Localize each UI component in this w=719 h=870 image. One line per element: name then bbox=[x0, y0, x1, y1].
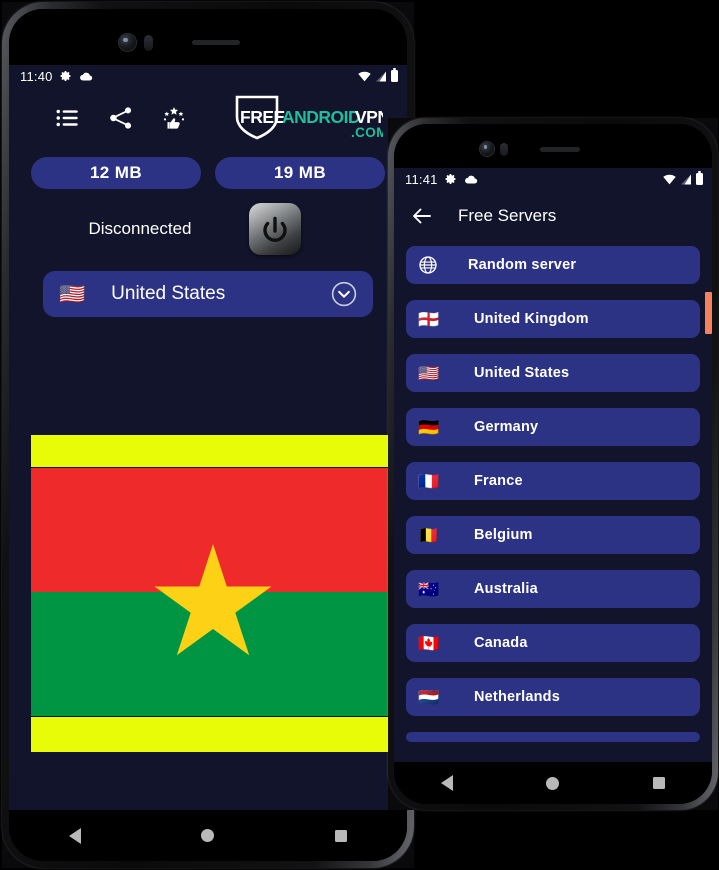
proximity-sensor-icon bbox=[500, 143, 508, 156]
page-title: Free Servers bbox=[458, 206, 557, 225]
flag-icon: 🇨🇦 bbox=[418, 633, 440, 653]
battery-icon bbox=[696, 171, 703, 185]
flag-icon: 🏴󠁧󠁢󠁥󠁮󠁧󠁿 bbox=[418, 309, 440, 329]
status-bar-clock: 11:40 bbox=[20, 68, 53, 84]
phone-screen-area: 11:40 FREE ANDROID VP .COM 12 MB 19 MB D… bbox=[9, 9, 407, 861]
cloud-icon bbox=[464, 175, 477, 184]
flag-icon: 🇺🇸 bbox=[418, 363, 440, 383]
list-item-france[interactable]: 🇫🇷 France bbox=[406, 462, 700, 500]
burkina-faso-flag-image bbox=[31, 468, 395, 716]
android-status-bar: 11:40 bbox=[9, 65, 407, 87]
phone-device-primary: 11:40 FREE ANDROID VP .COM 12 MB 19 MB D… bbox=[2, 2, 414, 868]
svg-text:.COM: .COM bbox=[351, 125, 383, 140]
cloud-icon bbox=[79, 72, 92, 81]
app-screen-server-list: 11:41 bbox=[394, 168, 712, 762]
flag-icon: 🇫🇷 bbox=[418, 471, 440, 491]
server-name: United Kingdom bbox=[474, 311, 589, 327]
earpiece-speaker bbox=[192, 40, 240, 45]
toolbar-icon-group bbox=[55, 105, 187, 131]
server-name: Random server bbox=[468, 257, 577, 273]
svg-text:VPN: VPN bbox=[355, 107, 383, 127]
app-toolbar: FREE ANDROID VPN .COM bbox=[9, 87, 407, 149]
connection-row: Disconnected bbox=[9, 203, 407, 255]
chevron-down-icon[interactable] bbox=[331, 281, 357, 307]
phone-top-bezel bbox=[9, 9, 407, 65]
app-screen-home: 11:40 FREE ANDROID VP .COM 12 MB 19 MB D… bbox=[9, 65, 407, 810]
globe-icon bbox=[419, 256, 437, 274]
list-item-australia[interactable]: 🇦🇺 Australia bbox=[406, 570, 700, 608]
nav-recents-button[interactable] bbox=[653, 777, 666, 789]
back-arrow-icon[interactable] bbox=[410, 204, 434, 228]
status-bar-left: 11:41 bbox=[405, 172, 478, 187]
scrollbar-thumb[interactable] bbox=[705, 292, 712, 334]
svg-text:ANDROID: ANDROID bbox=[282, 107, 360, 127]
rate-us-icon[interactable] bbox=[161, 105, 187, 131]
server-name: Belgium bbox=[474, 527, 533, 543]
list-item-belgium[interactable]: 🇧🇪 Belgium bbox=[406, 516, 700, 554]
download-usage-pill[interactable]: 12 MB bbox=[31, 157, 201, 189]
connection-status-label: Disconnected bbox=[88, 219, 192, 238]
android-status-bar: 11:41 bbox=[394, 168, 712, 190]
list-item-netherlands[interactable]: 🇳🇱 Netherlands bbox=[406, 678, 700, 716]
list-item-germany[interactable]: 🇩🇪 Germany bbox=[406, 408, 700, 446]
signal-icon bbox=[376, 71, 386, 81]
status-bar-right bbox=[663, 171, 703, 185]
ad-banner-bottom[interactable] bbox=[31, 717, 395, 752]
front-camera-icon bbox=[119, 34, 136, 51]
ad-banner-top[interactable] bbox=[31, 435, 395, 467]
list-item-partial[interactable] bbox=[406, 732, 700, 742]
share-icon[interactable] bbox=[108, 105, 134, 131]
status-bar-left: 11:40 bbox=[20, 69, 93, 84]
android-navigation-bar bbox=[394, 762, 712, 804]
earpiece-speaker bbox=[540, 147, 580, 152]
svg-text:FREE: FREE bbox=[240, 107, 285, 127]
server-name: Germany bbox=[474, 419, 539, 435]
status-bar-clock: 11:41 bbox=[405, 171, 438, 187]
flag-icon: 🇳🇱 bbox=[418, 687, 440, 707]
upload-usage-pill[interactable]: 19 MB bbox=[215, 157, 385, 189]
signal-icon bbox=[681, 174, 691, 184]
wifi-icon bbox=[358, 71, 371, 81]
server-name: United States bbox=[474, 365, 570, 381]
proximity-sensor-icon bbox=[144, 35, 153, 51]
server-name: Australia bbox=[474, 581, 538, 597]
list-item-random-server[interactable]: Random server bbox=[406, 246, 700, 284]
app-logo: FREE ANDROID VPN .COM bbox=[233, 94, 383, 142]
nav-back-button[interactable] bbox=[440, 775, 453, 791]
gear-icon bbox=[60, 71, 71, 81]
nav-back-button[interactable] bbox=[69, 827, 82, 844]
phone-device-secondary: 11:41 bbox=[388, 118, 718, 810]
wifi-icon bbox=[663, 174, 676, 184]
gear-icon bbox=[445, 174, 456, 184]
battery-icon bbox=[391, 68, 398, 82]
front-camera-icon bbox=[480, 142, 494, 156]
selected-country-label: United States bbox=[111, 283, 226, 304]
power-toggle-button[interactable] bbox=[249, 203, 301, 255]
flag-icon: 🇩🇪 bbox=[418, 417, 440, 437]
server-name: Netherlands bbox=[474, 689, 560, 705]
server-name: Canada bbox=[474, 635, 528, 651]
flag-icon: 🇧🇪 bbox=[418, 525, 440, 545]
list-item-united-states[interactable]: 🇺🇸 United States bbox=[406, 354, 700, 392]
nav-home-button[interactable] bbox=[546, 776, 560, 790]
menu-list-icon[interactable] bbox=[55, 105, 81, 131]
app-bar: Free Servers bbox=[394, 190, 712, 242]
phone-screen-area: 11:41 bbox=[394, 124, 712, 804]
status-bar-right bbox=[358, 68, 398, 82]
list-item-canada[interactable]: 🇨🇦 Canada bbox=[406, 624, 700, 662]
country-flag-icon: 🇺🇸 bbox=[59, 282, 86, 306]
android-navigation-bar bbox=[9, 810, 407, 861]
server-name: France bbox=[474, 473, 523, 489]
flag-icon: 🇦🇺 bbox=[418, 579, 440, 599]
freeandroidvpn-logo: FREE ANDROID VPN .COM bbox=[235, 95, 383, 140]
server-list: Random server 🏴󠁧󠁢󠁥󠁮󠁧󠁿 United Kingdom 🇺🇸 … bbox=[394, 242, 712, 742]
power-icon bbox=[263, 216, 287, 242]
data-usage-row: 12 MB 19 MB bbox=[9, 157, 407, 189]
country-selector[interactable]: 🇺🇸 United States bbox=[43, 271, 373, 317]
nav-recents-button[interactable] bbox=[334, 829, 347, 842]
screenshot-stage: 11:40 FREE ANDROID VP .COM 12 MB 19 MB D… bbox=[0, 0, 719, 870]
nav-home-button[interactable] bbox=[201, 829, 215, 842]
phone-top-bezel bbox=[394, 124, 712, 168]
list-item-united-kingdom[interactable]: 🏴󠁧󠁢󠁥󠁮󠁧󠁿 United Kingdom bbox=[406, 300, 700, 338]
